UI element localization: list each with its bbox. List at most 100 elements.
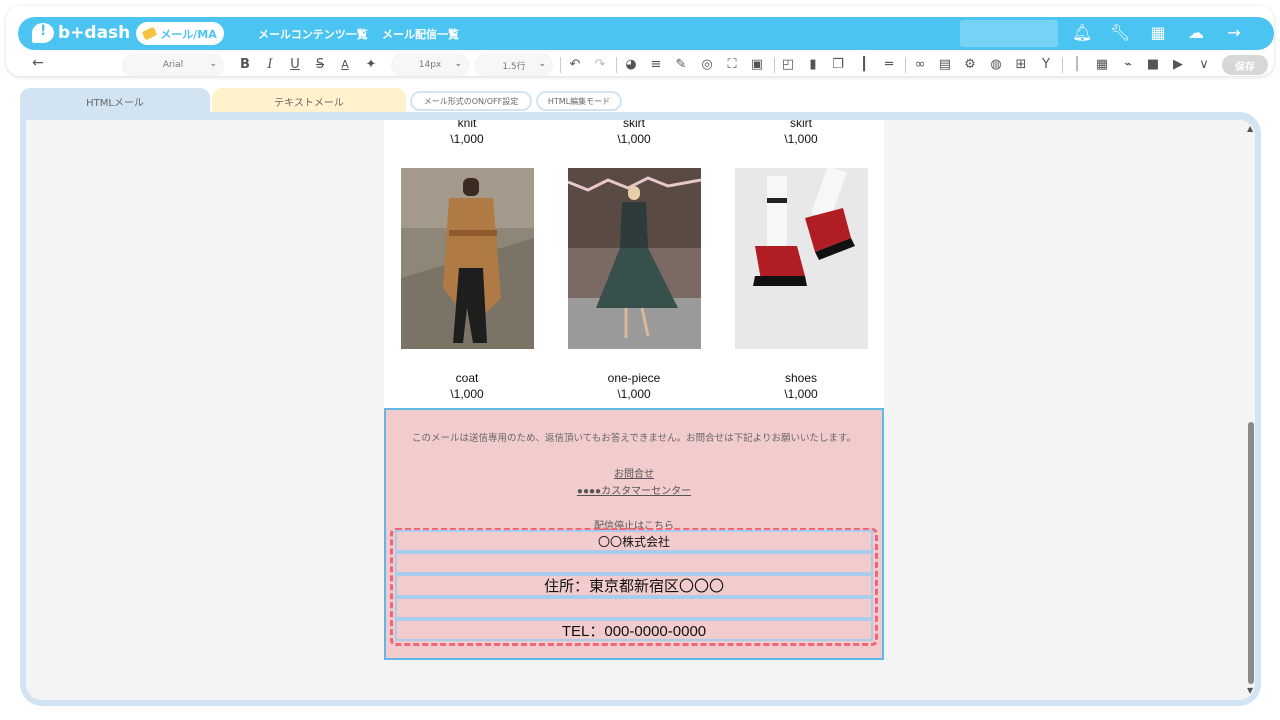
underline-icon[interactable]: U	[286, 56, 304, 74]
chevron-down-icon: ⌄	[538, 59, 546, 69]
nav-mail-deliveries[interactable]: メール配信一覧	[382, 26, 459, 42]
scrollbar[interactable]: ▲ ▼	[1247, 124, 1255, 696]
product-photo-one-piece[interactable]	[568, 168, 701, 349]
line-height-select[interactable]: 1.5行 ⌄	[476, 55, 552, 75]
trash-icon[interactable]: ▮	[804, 56, 822, 74]
product-price: \1,000	[784, 132, 818, 146]
add-block-icon[interactable]: ⊞	[1012, 56, 1030, 74]
product-name: skirt	[623, 120, 645, 130]
chain-icon[interactable]: ⌁	[1119, 56, 1137, 74]
product-caption: knit \1,000	[397, 120, 537, 147]
scroll-down-icon[interactable]: ▼	[1247, 686, 1253, 695]
widget-add-icon[interactable]: ▦	[1093, 56, 1111, 74]
product-caption: skirt \1,000	[731, 120, 871, 147]
palette-icon[interactable]: ◕	[622, 56, 640, 74]
mail-canvas[interactable]: knit \1,000 skirt \1,000 skirt \1,000 co…	[384, 120, 884, 660]
header: b+dash メール/MA メールコンテンツ一覧 メール配信一覧 🔔︎ 🔧︎ ▦…	[6, 6, 1274, 76]
align-icon[interactable]: ≡	[647, 56, 665, 74]
columns-icon[interactable]: ┃	[855, 56, 873, 74]
chevron-down-icon: ⌄	[454, 59, 462, 69]
crop-icon[interactable]: ◰	[779, 56, 797, 74]
calendar-icon[interactable]: ▤	[936, 56, 954, 74]
product-name: coat	[455, 371, 479, 385]
contact-card-icon[interactable]: ■	[1144, 56, 1162, 74]
product-price: \1,000	[617, 387, 651, 401]
chevron-down-icon: ⌄	[209, 59, 217, 69]
branch-icon[interactable]: Y	[1037, 56, 1055, 74]
app-root: b+dash メール/MA メールコンテンツ一覧 メール配信一覧 🔔︎ 🔧︎ ▦…	[0, 0, 1280, 720]
fullscreen-icon[interactable]: ⛶	[723, 56, 741, 74]
link-icon[interactable]: ∞	[911, 56, 929, 74]
rows-icon[interactable]: ═	[880, 56, 898, 74]
editor-frame: knit \1,000 skirt \1,000 skirt \1,000 co…	[20, 112, 1261, 706]
contact-link[interactable]: お問合せ	[386, 465, 882, 480]
toolbar-divider	[560, 57, 561, 73]
barcode-icon[interactable]: ┃	[1068, 56, 1086, 74]
product-name: shoes	[784, 371, 818, 385]
html-edit-mode-button[interactable]: HTML編集モード	[536, 91, 622, 111]
database-icon[interactable]: ◍	[987, 56, 1005, 74]
product-photo-coat[interactable]	[401, 168, 534, 349]
product-price: \1,000	[784, 387, 818, 401]
gears-icon[interactable]: ⚙	[961, 56, 979, 74]
support-icon[interactable]: ☁	[1186, 23, 1206, 43]
strikethrough-icon[interactable]: S	[311, 56, 329, 74]
empty-row[interactable]	[395, 597, 873, 619]
grid-icon[interactable]: ▦	[1148, 23, 1168, 43]
nav-mail-ma[interactable]: メール/MA	[136, 22, 224, 45]
product-name: skirt	[790, 120, 812, 130]
product-name: knit	[457, 120, 477, 130]
font-family-value: Arial	[162, 60, 184, 70]
footer-note: このメールは送信専用のため、返信頂いてもお答えできません。お問合せは下記よりお願…	[411, 433, 857, 444]
target-icon[interactable]: ◎	[698, 56, 716, 74]
image-icon[interactable]: ▣	[748, 56, 766, 74]
wrench-icon[interactable]: 🔧︎	[1110, 23, 1130, 43]
company-name[interactable]: 〇〇株式会社	[395, 530, 873, 552]
company-address[interactable]: 住所：東京都新宿区〇〇〇	[395, 574, 873, 597]
font-size-select[interactable]: 14px ⌄	[392, 55, 468, 75]
product-price: \1,000	[450, 387, 484, 401]
editor-toolbar: ← Arial ⌄ B I U S A ✦ 14px ⌄ 1.5行 ⌄ ↶ ↷ …	[18, 52, 1274, 78]
empty-row[interactable]	[395, 552, 873, 574]
product-name: one-piece	[607, 371, 661, 385]
nav-mail-ma-label: メール/MA	[160, 27, 217, 41]
highlight-icon[interactable]: ✦	[362, 56, 380, 74]
user-info[interactable]	[960, 20, 1058, 47]
bell-icon[interactable]: 🔔︎	[1072, 23, 1092, 43]
chevron-down-icon[interactable]: ∨	[1195, 56, 1213, 74]
toolbar-divider	[905, 57, 906, 73]
logout-icon[interactable]: →	[1224, 23, 1244, 43]
logo-text: b+dash	[58, 23, 131, 43]
tab-text-mail[interactable]: テキストメール	[212, 88, 406, 114]
logo[interactable]: b+dash	[32, 21, 130, 45]
pen-icon[interactable]: ✎	[672, 56, 690, 74]
product-caption: skirt \1,000	[564, 120, 704, 147]
play-icon[interactable]: ▶	[1169, 56, 1187, 74]
copy-icon[interactable]: ❐	[829, 56, 847, 74]
top-navbar: b+dash メール/MA メールコンテンツ一覧 メール配信一覧 🔔︎ 🔧︎ ▦…	[18, 17, 1274, 50]
undo-icon[interactable]: ↶	[566, 56, 584, 74]
nav-mail-contents[interactable]: メールコンテンツ一覧	[258, 26, 368, 42]
redo-icon[interactable]: ↷	[591, 56, 609, 74]
company-info-box[interactable]: 〇〇株式会社 住所：東京都新宿区〇〇〇 TEL：000-0000-0000	[390, 528, 878, 646]
line-height-value: 1.5行	[502, 61, 526, 72]
toolbar-divider	[1062, 57, 1063, 73]
scroll-up-icon[interactable]: ▲	[1247, 124, 1253, 133]
bold-icon[interactable]: B	[236, 56, 254, 74]
font-size-value: 14px	[418, 60, 442, 70]
company-tel[interactable]: TEL：000-0000-0000	[395, 619, 873, 641]
product-photo-shoes[interactable]	[735, 168, 868, 349]
back-arrow-icon[interactable]: ←	[32, 55, 44, 71]
pencil-icon	[141, 26, 158, 41]
italic-icon[interactable]: I	[261, 56, 279, 74]
scrollbar-thumb[interactable]	[1248, 422, 1254, 684]
mail-format-onoff-button[interactable]: メール形式のON/OFF設定	[410, 91, 532, 111]
footer-block[interactable]: このメールは送信専用のため、返信頂いてもお答えできません。お問合せは下記よりお願…	[384, 408, 884, 660]
customer-center-link[interactable]: ●●●●カスタマーセンター	[386, 482, 882, 497]
font-family-select[interactable]: Arial ⌄	[123, 55, 223, 75]
font-color-icon[interactable]: A	[336, 56, 354, 74]
save-button[interactable]: 保存	[1222, 55, 1268, 75]
logo-icon	[32, 23, 54, 43]
tab-html-mail[interactable]: HTMLメール	[20, 88, 210, 114]
toolbar-divider	[616, 57, 617, 73]
